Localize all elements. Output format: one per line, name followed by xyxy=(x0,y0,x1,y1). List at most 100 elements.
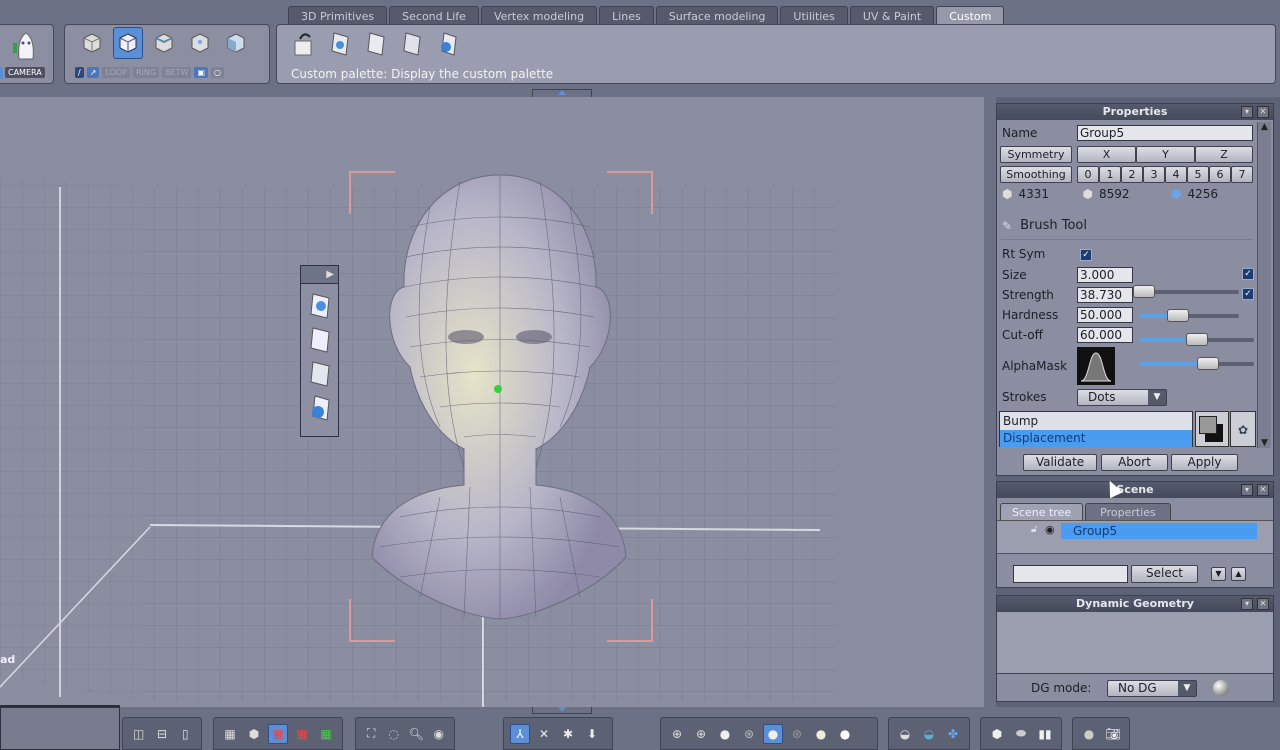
move-axis-icon[interactable]: ⅄ xyxy=(510,723,530,744)
scene-item-group5[interactable]: Group5 xyxy=(1061,523,1257,539)
color-swatch[interactable] xyxy=(1195,411,1229,447)
tab-custom[interactable]: Custom xyxy=(936,6,1005,25)
flatten-tool-icon[interactable] xyxy=(307,324,333,354)
palette-expand-icon[interactable]: ▶ xyxy=(301,266,338,284)
smoothing-2-button[interactable]: 2 xyxy=(1121,166,1143,183)
scene-search-input[interactable] xyxy=(1013,565,1128,583)
book-icon[interactable]: ▮▮ xyxy=(1035,724,1055,744)
select-button[interactable]: Select xyxy=(1131,565,1198,583)
dg-status-indicator[interactable] xyxy=(1213,680,1229,696)
dg-mode-dropdown[interactable]: No DG ▼ xyxy=(1107,680,1197,697)
smoothing-7-button[interactable]: 7 xyxy=(1231,166,1253,183)
strength-slider[interactable] xyxy=(1139,309,1239,322)
smooth-wire-icon[interactable]: ⊛ xyxy=(787,724,807,744)
bowl-icon[interactable]: ◒ xyxy=(895,724,915,744)
move-down-icon[interactable]: ▼ xyxy=(1211,567,1226,581)
close-icon[interactable]: ✕ xyxy=(1257,484,1269,496)
layout-quad-icon[interactable]: ◫ xyxy=(129,724,148,744)
cube-edge-icon[interactable] xyxy=(149,27,179,59)
cube-tool-icon[interactable] xyxy=(221,27,251,59)
strength-pressure-checkbox[interactable]: ✓ xyxy=(1242,288,1254,300)
smoothing-5-button[interactable]: 5 xyxy=(1187,166,1209,183)
light-sphere-icon[interactable]: ● xyxy=(1079,724,1099,744)
snap-icon[interactable]: ⬢ xyxy=(244,724,264,744)
circle-select-icon[interactable]: ○ xyxy=(211,67,224,78)
rect-select-icon[interactable]: ▣ xyxy=(194,67,209,78)
ring-button[interactable]: RING xyxy=(133,67,160,78)
smooth-shaded-icon[interactable]: ● xyxy=(763,723,783,744)
inflate-tool-icon[interactable] xyxy=(307,392,333,422)
hardness-slider[interactable] xyxy=(1139,333,1254,346)
chevron-down-icon[interactable]: ▼ xyxy=(1148,390,1166,405)
mode-displacement[interactable]: Displacement xyxy=(1000,430,1192,447)
3d-viewport[interactable]: ▶ ad xyxy=(0,97,984,707)
smoothing-6-button[interactable]: 6 xyxy=(1209,166,1231,183)
zoom-icon[interactable]: 🔍︎ xyxy=(407,724,426,744)
properties-title-bar[interactable]: Properties ▾ ✕ xyxy=(997,104,1273,120)
lasso-select-icon[interactable]: ↗ xyxy=(86,67,100,78)
smooth-tool-icon[interactable] xyxy=(397,27,427,59)
cube-vertex-icon[interactable] xyxy=(185,27,215,59)
layout-horizontal-icon[interactable]: ⊟ xyxy=(152,724,171,744)
grid-xz-icon[interactable]: ▦ xyxy=(268,723,288,744)
scroll-up-icon[interactable]: ▲ xyxy=(1258,122,1271,132)
splitter[interactable] xyxy=(984,97,996,707)
tab-vertex-modeling[interactable]: Vertex modeling xyxy=(480,6,598,25)
scale-axis-icon[interactable]: ✱ xyxy=(558,724,578,744)
cutoff-field[interactable]: 60.000 xyxy=(1077,327,1133,343)
rotate-axis-icon[interactable]: ✕ xyxy=(534,724,554,744)
smoothing-1-button[interactable]: 1 xyxy=(1099,166,1121,183)
strength-slider-thumb[interactable] xyxy=(1167,309,1189,322)
cutoff-slider-thumb[interactable] xyxy=(1197,357,1219,370)
tab-uv-paint[interactable]: UV & Paint xyxy=(849,6,935,25)
flatten-tool-icon[interactable] xyxy=(361,27,391,59)
collapse-icon[interactable]: ▾ xyxy=(1241,598,1253,610)
molecule-icon[interactable]: ✤ xyxy=(943,724,963,744)
loop-button[interactable]: LOOP xyxy=(102,67,130,78)
tab-second-life[interactable]: Second Life xyxy=(389,6,479,25)
apply-button[interactable]: Apply xyxy=(1171,454,1238,471)
rt-sym-checkbox[interactable]: ✓ xyxy=(1080,249,1092,261)
sphere-blue-icon[interactable]: ◒ xyxy=(919,724,939,744)
brush-tool-icon[interactable] xyxy=(307,290,333,320)
flat-shaded-icon[interactable]: ● xyxy=(715,724,735,744)
eye-view-icon[interactable]: ◉ xyxy=(430,724,449,744)
smoothing-4-button[interactable]: 4 xyxy=(1165,166,1187,183)
eye-icon[interactable]: ◉ xyxy=(1045,523,1055,536)
camera-icon[interactable]: 📷︎ xyxy=(1103,724,1123,744)
validate-button[interactable]: Validate xyxy=(1023,454,1097,471)
texture-picker-icon[interactable]: ✿ xyxy=(1230,411,1256,447)
tab-scene-tree[interactable]: Scene tree xyxy=(1000,503,1084,520)
chevron-down-icon[interactable]: ▼ xyxy=(1178,681,1196,696)
wireframe-icon[interactable]: ⊕ xyxy=(667,724,687,744)
size-slider-thumb[interactable] xyxy=(1133,285,1155,298)
smoothing-0-button[interactable]: 0 xyxy=(1077,166,1099,183)
material-icon[interactable]: ● xyxy=(811,724,831,744)
collapse-icon[interactable]: ▾ xyxy=(1241,106,1253,118)
size-pressure-checkbox[interactable]: ✓ xyxy=(1242,268,1254,280)
smoothing-3-button[interactable]: 3 xyxy=(1143,166,1165,183)
tab-utilities[interactable]: Utilities xyxy=(780,6,848,25)
tab-scene-properties[interactable]: Properties xyxy=(1085,503,1171,520)
inflate-tool-icon[interactable] xyxy=(433,27,463,59)
camera-button[interactable]: CAMERA xyxy=(5,67,45,78)
shaded-wire-icon[interactable]: ⊛ xyxy=(739,724,759,744)
close-icon[interactable]: ✕ xyxy=(1257,106,1269,118)
cylinder-icon[interactable]: ⬬ xyxy=(1011,724,1031,744)
mode-bump[interactable]: Bump xyxy=(1000,412,1192,430)
dg-title-bar[interactable]: Dynamic Geometry ▾ ✕ xyxy=(997,596,1273,612)
strength-field[interactable]: 38.730 xyxy=(1077,287,1133,303)
between-button[interactable]: BETW xyxy=(162,67,192,78)
tab-surface-modeling[interactable]: Surface modeling xyxy=(655,6,779,25)
orbit-icon[interactable]: ◌ xyxy=(385,724,404,744)
symmetry-z-button[interactable]: Z xyxy=(1195,146,1253,163)
close-icon[interactable]: ✕ xyxy=(1257,598,1269,610)
cube-icon[interactable]: ⬢ xyxy=(987,724,1007,744)
drop-icon[interactable]: ⬇ xyxy=(582,724,602,744)
collapse-icon[interactable]: ▾ xyxy=(1241,484,1253,496)
bottom-panel-toggle[interactable] xyxy=(532,707,592,714)
brush-select-icon[interactable]: / xyxy=(75,67,84,78)
wireframe-hidden-icon[interactable]: ⊕ xyxy=(691,724,711,744)
size-field[interactable]: 3.000 xyxy=(1077,267,1133,283)
brush-tool-icon[interactable] xyxy=(325,27,355,59)
